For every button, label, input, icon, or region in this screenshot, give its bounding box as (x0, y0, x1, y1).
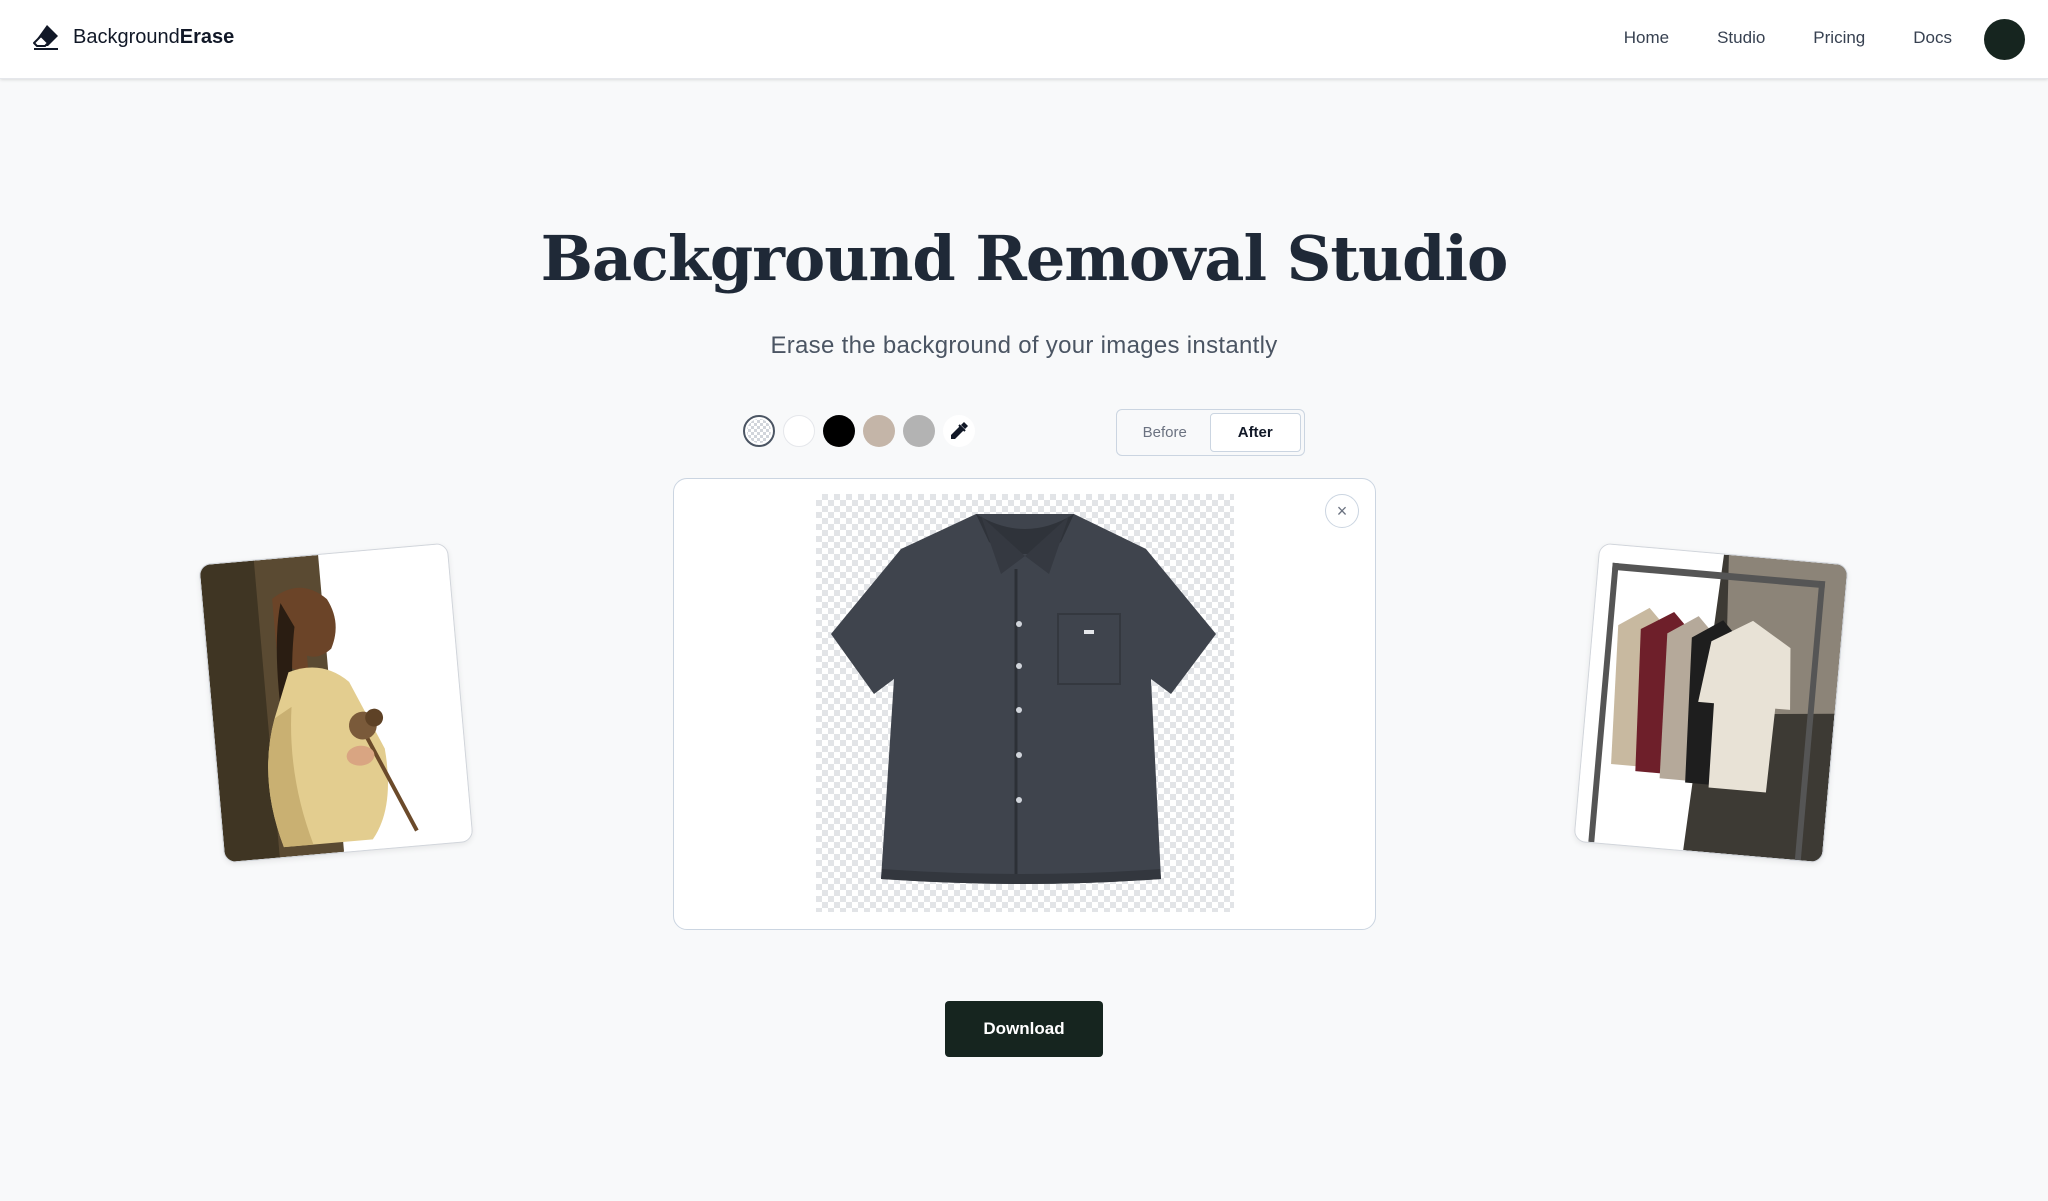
sample-photo-rack[interactable] (1573, 542, 1849, 864)
close-button[interactable]: × (1325, 494, 1359, 528)
before-button[interactable]: Before (1120, 413, 1210, 452)
background-swatches (743, 415, 975, 447)
woman-photo-image (199, 543, 473, 863)
nav-pricing[interactable]: Pricing (1813, 28, 1865, 48)
brand-name-regular: Background (73, 25, 180, 48)
before-after-toggle: Before After (1116, 409, 1305, 456)
color-picker-button[interactable] (943, 415, 975, 447)
shirt-image (831, 514, 1216, 884)
editor-card: × (673, 478, 1376, 930)
page-title: Background Removal Studio (540, 222, 1509, 295)
top-navbar: BackgroundErase Home Studio Pricing Docs (0, 0, 2048, 79)
swatch-gray[interactable] (903, 415, 935, 447)
eyedropper-icon (951, 422, 968, 439)
nav-home[interactable]: Home (1624, 28, 1669, 48)
brand-name: BackgroundErase (73, 26, 234, 49)
sample-photo-woman[interactable] (198, 542, 474, 864)
brand-logo[interactable]: BackgroundErase (31, 22, 234, 52)
page-subtitle: Erase the background of your images inst… (770, 332, 1278, 359)
swatch-transparent[interactable] (743, 415, 775, 447)
result-canvas[interactable] (816, 494, 1234, 912)
nav-studio[interactable]: Studio (1717, 28, 1765, 48)
nav-links: Home Studio Pricing Docs (1624, 28, 1952, 48)
user-avatar[interactable] (1984, 19, 2025, 60)
swatch-white[interactable] (783, 415, 815, 447)
swatch-beige[interactable] (863, 415, 895, 447)
swatch-black[interactable] (823, 415, 855, 447)
after-button[interactable]: After (1209, 413, 1301, 452)
eraser-icon (33, 25, 58, 50)
brand-name-bold: Erase (179, 25, 235, 48)
download-button[interactable]: Download (945, 1001, 1103, 1057)
nav-docs[interactable]: Docs (1913, 28, 1952, 48)
clothing-rack-image (1574, 543, 1848, 863)
